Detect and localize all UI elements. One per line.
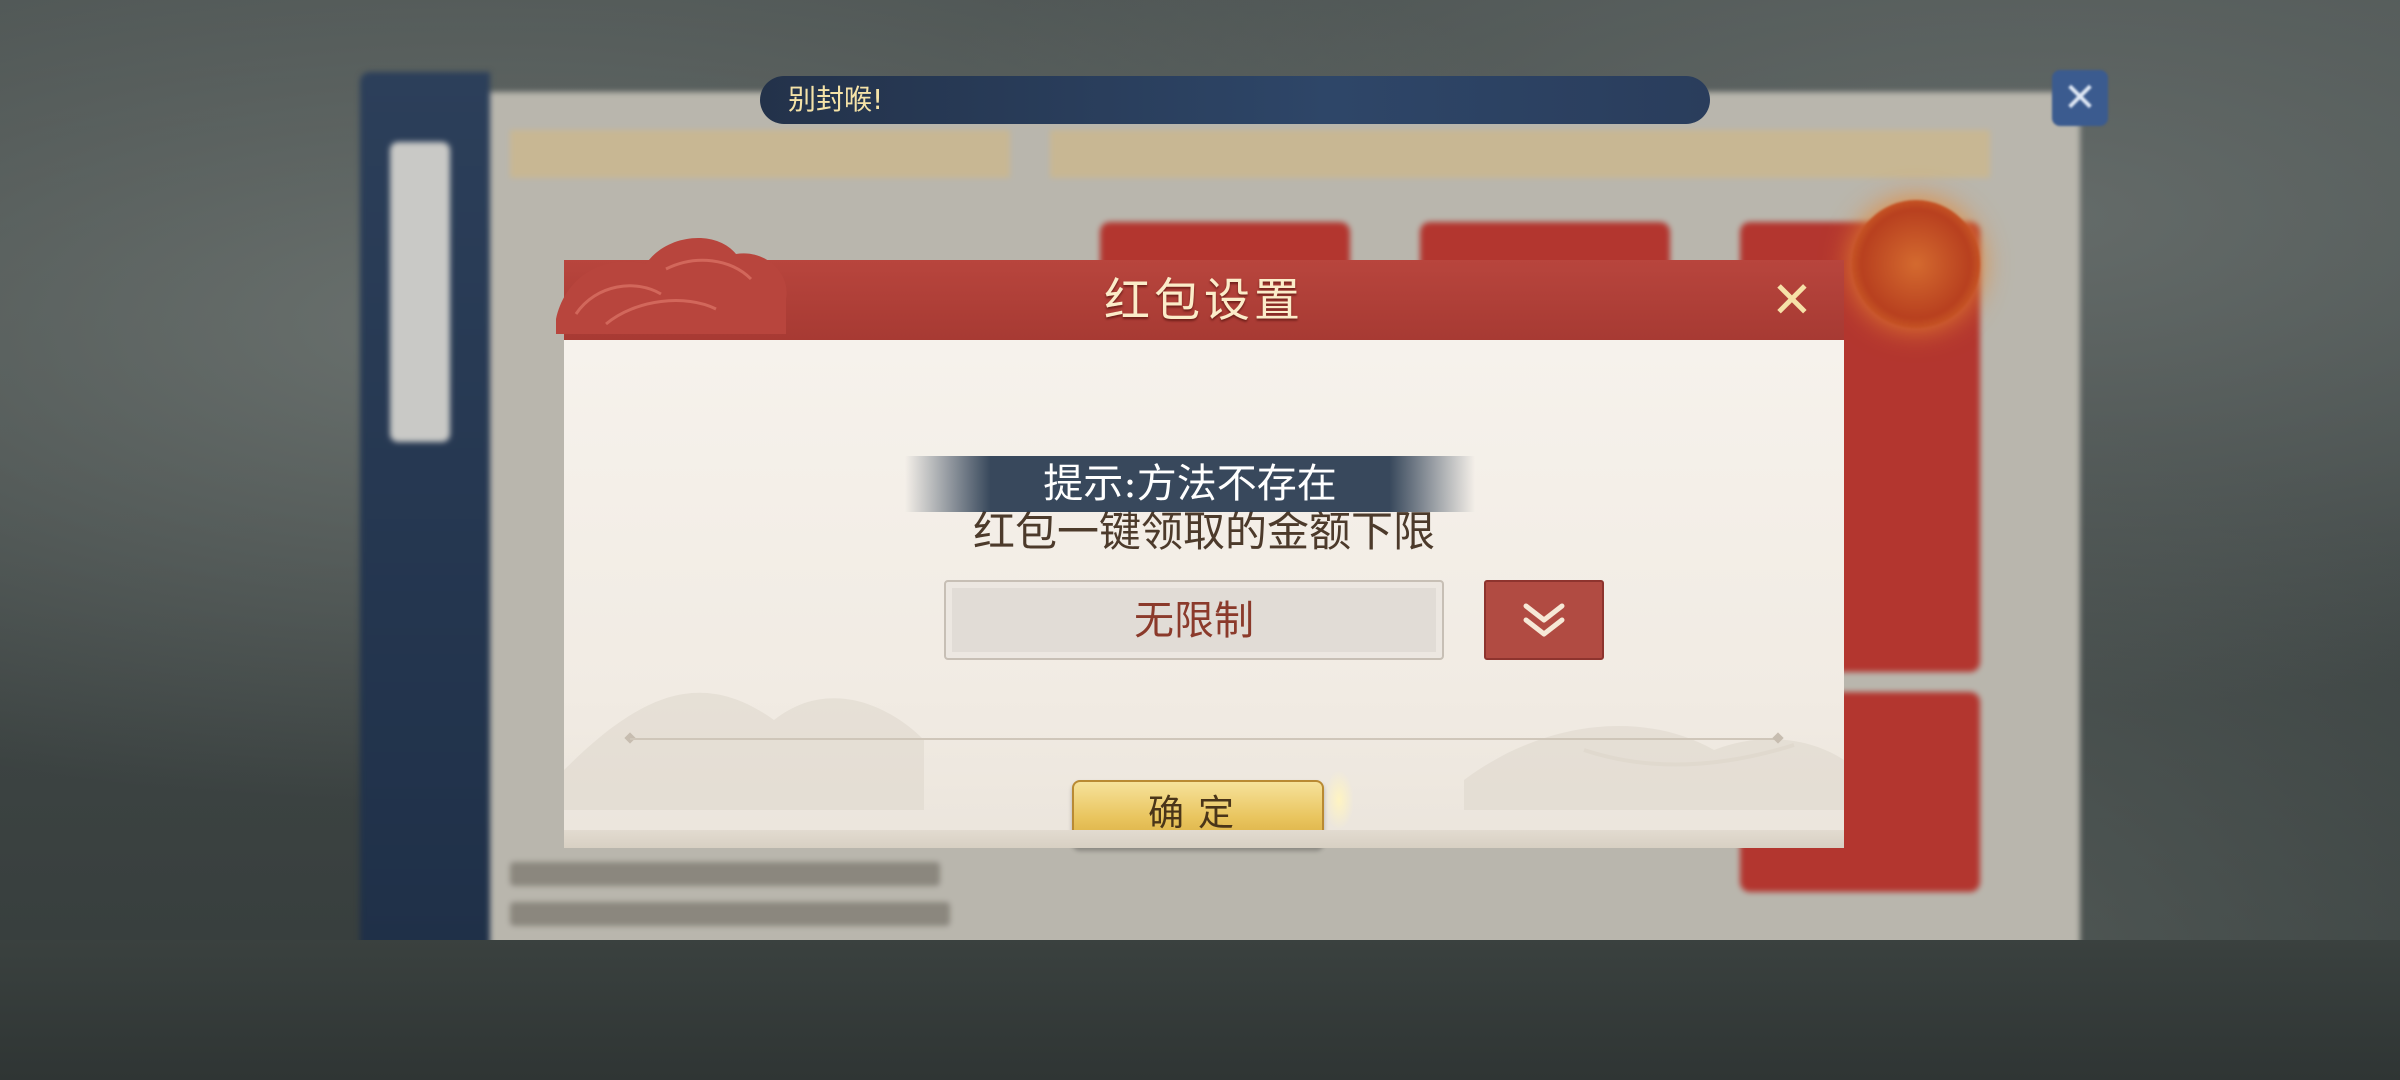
toast-text: 提示:方法不存在 [1043,461,1337,507]
double-chevron-down-icon [1523,603,1565,637]
background-banner-text: 别封喉! [788,83,884,116]
close-icon[interactable]: ✕ [1764,272,1820,328]
amount-limit-value: 无限制 [1134,598,1254,644]
dialog-title: 红包设置 [1104,273,1304,327]
dialog-bottom-bar [564,830,1844,848]
divider [630,738,1778,740]
background-banner: 别封喉! [760,76,1710,124]
background-ornament-orb [1852,200,1980,328]
background-header-right [1050,130,1990,178]
background-vertical-tab [390,142,450,442]
background-footer-line [510,902,950,926]
background-bottom-bar [0,940,2400,1080]
background-footer-line [510,862,940,886]
background-close-icon: ✕ [2052,70,2108,126]
background-header-left [510,130,1010,178]
dialog-body: 红包一键领取的金额下限 无限制 确定 [564,340,1844,848]
background-side-strip [360,72,490,952]
toast-message: 提示:方法不存在 [905,456,1475,512]
red-packet-settings-dialog: 红包设置 ✕ 红包一键领取的金额下限 无限制 确定 [556,237,1844,848]
sparkle-decoration [1324,770,1354,830]
dropdown-button[interactable] [1484,580,1604,660]
amount-limit-select[interactable]: 无限制 [944,580,1444,660]
